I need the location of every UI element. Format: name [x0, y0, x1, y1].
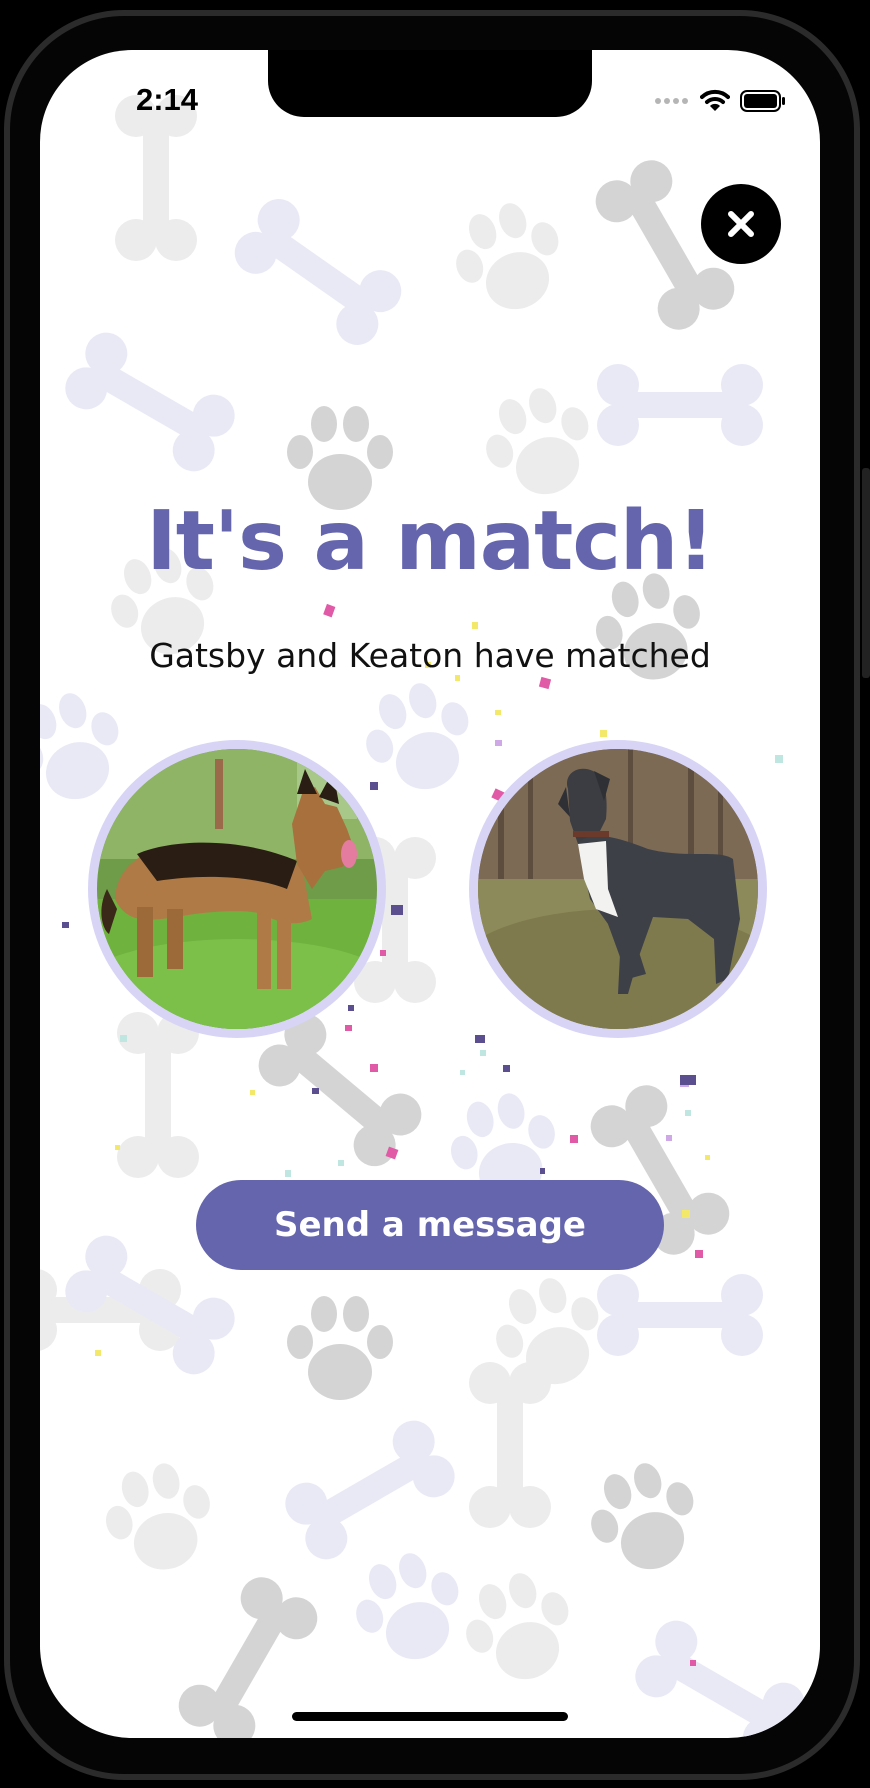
signal-dots-icon — [655, 98, 688, 104]
notch — [268, 50, 592, 117]
status-time: 2:14 — [135, 82, 199, 117]
wifi-icon — [700, 89, 730, 111]
german-shepherd-image — [97, 749, 377, 1029]
battery-icon — [740, 90, 785, 112]
match-subtitle: Gatsby and Keaton have matched — [149, 636, 711, 675]
match-title: It's a match! — [146, 494, 714, 589]
home-indicator[interactable] — [292, 1712, 568, 1721]
phone-device: 2:14 It's a match! Gatsby and Keaton hav… — [0, 0, 870, 1788]
pet-photo-gatsby[interactable] — [88, 740, 386, 1038]
close-button[interactable] — [701, 184, 781, 264]
status-icons — [646, 86, 786, 116]
close-icon — [728, 211, 754, 237]
pet-photo-keaton[interactable] — [469, 740, 767, 1038]
great-dane-image — [478, 749, 758, 1029]
side-button — [862, 468, 870, 678]
send-message-button[interactable]: Send a message — [196, 1180, 664, 1270]
match-screen: 2:14 It's a match! Gatsby and Keaton hav… — [40, 50, 820, 1738]
